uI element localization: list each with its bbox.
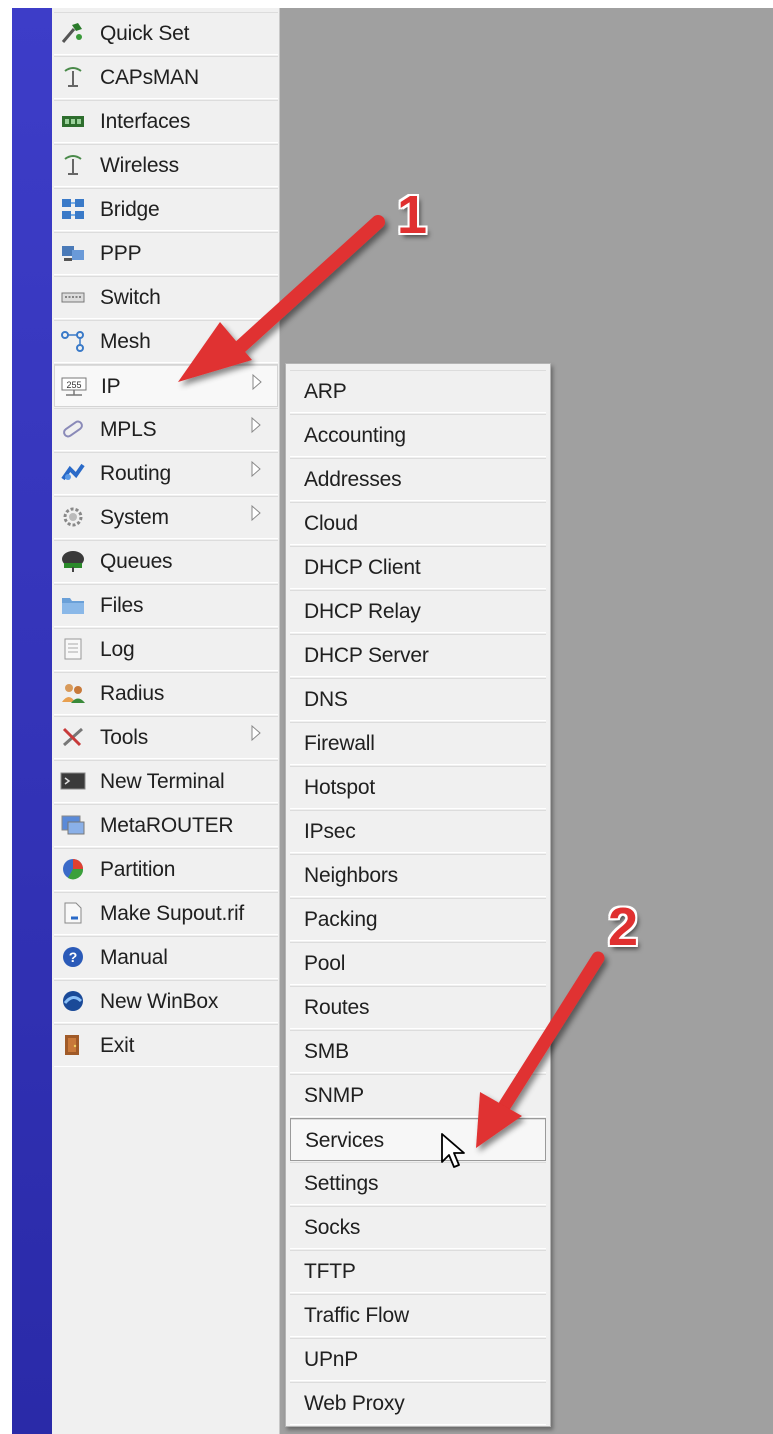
mouse-pointer-icon xyxy=(441,1133,465,1168)
step-2-label: 2 xyxy=(608,897,639,957)
step-1-label: 1 xyxy=(397,185,428,245)
winbox-screen: Quick Set CAPsMAN Interfaces Wireless Bridge… xyxy=(0,0,773,1434)
annotation-arrows xyxy=(178,215,605,1148)
arrow-step-1 xyxy=(178,215,385,382)
arrow-step-2 xyxy=(476,951,605,1148)
